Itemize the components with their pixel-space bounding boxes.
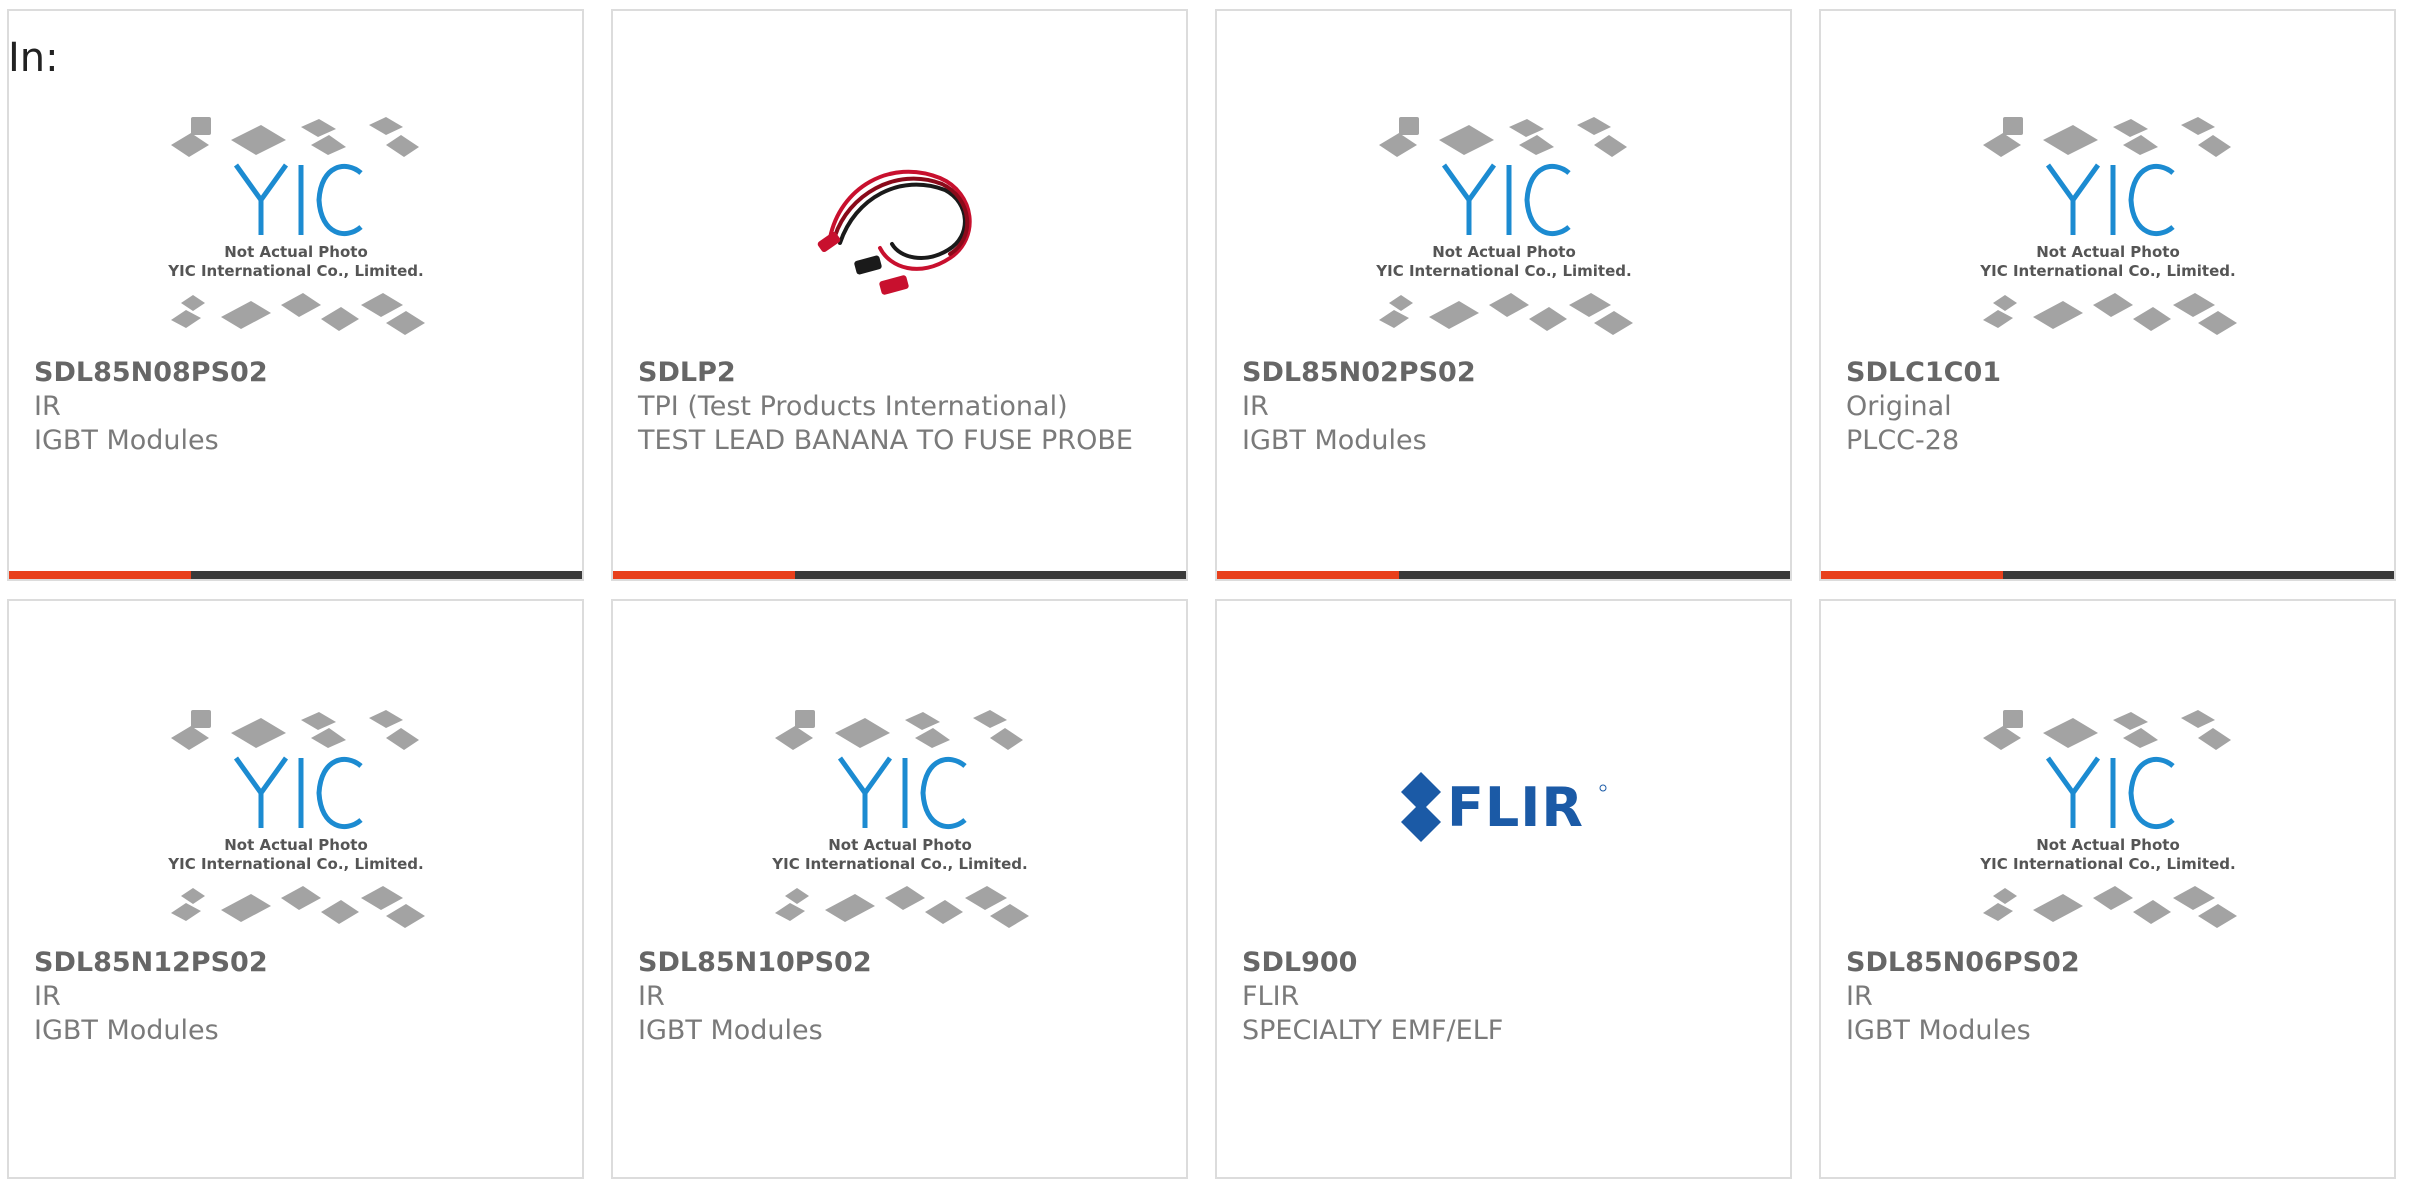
product-image[interactable]: Not Actual Photo YIC International Co., … [9, 689, 582, 947]
product-info: SDL85N12PS02 IR IGBT Modules [34, 946, 562, 1048]
product-image[interactable]: Not Actual Photo YIC International Co., … [1821, 689, 2394, 947]
svg-text:Not Actual Photo: Not Actual Photo [828, 836, 972, 854]
card-accent-bar [613, 571, 795, 579]
part-number[interactable]: SDLC1C01 [1846, 356, 2374, 390]
part-number[interactable]: SDL85N02PS02 [1242, 356, 1770, 390]
product-image[interactable] [613, 91, 1186, 349]
brand-name: FLIR [1242, 981, 1300, 1012]
part-number[interactable]: SDL85N12PS02 [34, 946, 562, 980]
product-info: SDL85N02PS02 IR IGBT Modules [1242, 356, 1770, 458]
product-info: SDL85N08PS02 IR IGBT Modules [34, 356, 562, 458]
product-image[interactable]: Not Actual Photo YIC International Co., … [1217, 96, 1790, 354]
svg-text:YIC International Co., Limited: YIC International Co., Limited. [167, 855, 423, 873]
svg-text:Not Actual Photo: Not Actual Photo [1432, 243, 1576, 261]
part-number[interactable]: SDLP2 [638, 356, 1166, 390]
brand-name: Original [1846, 391, 1952, 422]
brand-name: IR [34, 981, 61, 1012]
product-info: SDL900 FLIR SPECIALTY EMF/ELF [1242, 946, 1770, 1048]
yic-placeholder-icon: Not Actual Photo YIC International Co., … [1973, 698, 2243, 938]
card-bottom-bar [1217, 571, 1790, 579]
test-lead-photo-icon [800, 118, 1000, 322]
product-card[interactable]: Not Actual Photo YIC International Co., … [1819, 599, 2396, 1179]
brand-name: TPI (Test Products International) [638, 391, 1068, 422]
product-card[interactable]: Not Actual Photo YIC International Co., … [7, 599, 584, 1179]
product-description: IGBT Modules [34, 1015, 219, 1046]
card-bottom-bar [1821, 571, 2394, 579]
brand-name: IR [638, 981, 665, 1012]
product-description: IGBT Modules [638, 1015, 823, 1046]
product-card[interactable]: Not Actual Photo YIC International Co., … [611, 599, 1188, 1179]
product-info: SDL85N06PS02 IR IGBT Modules [1846, 946, 2374, 1048]
yic-placeholder-icon: Not Actual Photo YIC International Co., … [1973, 105, 2243, 345]
svg-text:Not Actual Photo: Not Actual Photo [2036, 243, 2180, 261]
product-description: IGBT Modules [1846, 1015, 2031, 1046]
product-description: IGBT Modules [34, 425, 219, 456]
svg-text:YIC International Co., Limited: YIC International Co., Limited. [167, 262, 423, 280]
svg-text:FLIR: FLIR [1447, 776, 1584, 839]
svg-text:YIC International Co., Limited: YIC International Co., Limited. [1979, 262, 2235, 280]
product-info: SDL85N10PS02 IR IGBT Modules [638, 946, 1166, 1048]
yic-placeholder-icon: Not Actual Photo YIC International Co., … [161, 698, 431, 938]
brand-name: IR [1846, 981, 1873, 1012]
filter-in-label: In: [8, 35, 59, 81]
brand-name: IR [34, 391, 61, 422]
flir-logo-icon: FLIR [1399, 768, 1609, 852]
product-image[interactable]: FLIR [1217, 681, 1790, 939]
svg-text:Not Actual Photo: Not Actual Photo [224, 836, 368, 854]
product-info: SDLC1C01 Original PLCC-28 [1846, 356, 2374, 458]
yic-placeholder-icon: Not Actual Photo YIC International Co., … [765, 698, 1035, 938]
card-bottom-bar [9, 571, 582, 579]
product-card[interactable]: FLIR SDL900 FLIR SPECIALTY EMF/ELF [1215, 599, 1792, 1179]
part-number[interactable]: SDL85N06PS02 [1846, 946, 2374, 980]
product-card[interactable]: Not Actual Photo YIC International Co., … [1215, 9, 1792, 581]
product-card[interactable]: SDLP2 TPI (Test Products International) … [611, 9, 1188, 581]
card-accent-bar [1217, 571, 1399, 579]
part-number[interactable]: SDL85N08PS02 [34, 356, 562, 390]
part-number[interactable]: SDL900 [1242, 946, 1770, 980]
svg-text:YIC International Co., Limited: YIC International Co., Limited. [1979, 855, 2235, 873]
card-accent-bar [9, 571, 191, 579]
brand-name: IR [1242, 391, 1269, 422]
yic-placeholder-icon: Not Actual Photo YIC International Co., … [1369, 105, 1639, 345]
product-card[interactable]: Not Actual Photo YIC International Co., … [7, 9, 584, 581]
svg-text:Not Actual Photo: Not Actual Photo [2036, 836, 2180, 854]
yic-placeholder-icon: Not Actual Photo YIC International Co., … [161, 105, 431, 345]
svg-text:Not Actual Photo: Not Actual Photo [224, 243, 368, 261]
svg-text:YIC International Co., Limited: YIC International Co., Limited. [771, 855, 1027, 873]
product-image[interactable]: Not Actual Photo YIC International Co., … [613, 689, 1186, 947]
product-info: SDLP2 TPI (Test Products International) … [638, 356, 1166, 458]
svg-text:YIC International Co., Limited: YIC International Co., Limited. [1375, 262, 1631, 280]
product-image[interactable]: Not Actual Photo YIC International Co., … [1821, 96, 2394, 354]
card-bottom-bar [613, 571, 1186, 579]
product-image[interactable]: Not Actual Photo YIC International Co., … [9, 96, 582, 354]
product-description: SPECIALTY EMF/ELF [1242, 1015, 1504, 1046]
product-card[interactable]: Not Actual Photo YIC International Co., … [1819, 9, 2396, 581]
card-accent-bar [1821, 571, 2003, 579]
part-number[interactable]: SDL85N10PS02 [638, 946, 1166, 980]
product-description: TEST LEAD BANANA TO FUSE PROBE [638, 425, 1133, 456]
product-description: IGBT Modules [1242, 425, 1427, 456]
product-description: PLCC-28 [1846, 425, 1960, 456]
